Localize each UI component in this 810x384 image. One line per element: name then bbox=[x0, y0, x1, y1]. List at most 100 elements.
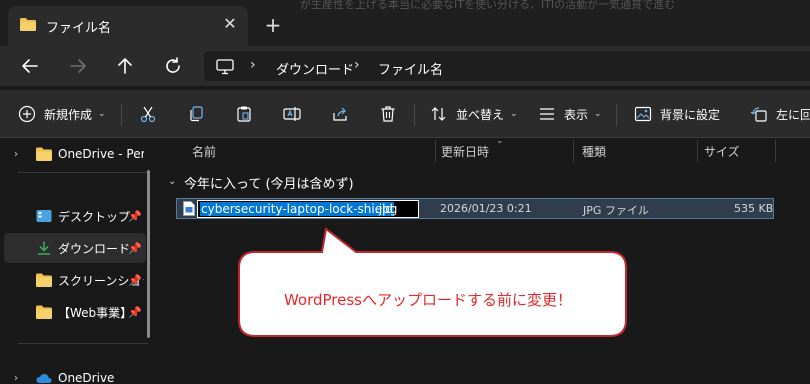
plus-circle-icon bbox=[18, 105, 36, 123]
navigation-pane: › OneDrive - Perso デスクトップ 📌 ダウンロード 📌 スクリ… bbox=[0, 138, 160, 384]
download-icon bbox=[38, 241, 50, 255]
tab-title: ファイル名 bbox=[46, 21, 112, 36]
new-tab-button[interactable]: + bbox=[262, 14, 284, 36]
back-button[interactable] bbox=[18, 54, 42, 78]
file-modified: 2026/01/23 0:21 bbox=[440, 202, 532, 215]
sidebar-item-onedrive-personal[interactable]: › OneDrive - Perso bbox=[4, 139, 146, 169]
rename-button[interactable] bbox=[283, 102, 301, 126]
paste-button[interactable] bbox=[235, 102, 253, 126]
sidebar-item-label: OneDrive bbox=[58, 371, 115, 384]
delete-button[interactable] bbox=[379, 102, 397, 126]
copy-icon bbox=[190, 106, 203, 122]
tab-active[interactable]: ファイル名 ✕ bbox=[8, 6, 248, 46]
column-header-modified[interactable]: 更新日時 bbox=[441, 143, 489, 167]
group-header[interactable]: 今年に入って (今月は含めず) bbox=[184, 173, 354, 192]
sort-button[interactable]: 並べ替え ⌄ bbox=[430, 102, 518, 126]
share-button[interactable] bbox=[331, 102, 349, 126]
rotate-left-icon bbox=[750, 107, 767, 122]
column-separator[interactable] bbox=[573, 140, 574, 162]
navigation-bar: › ダウンロード › ファイル名 bbox=[0, 46, 810, 86]
rename-input[interactable]: cybersecurity-laptop-lock-shield .jpg bbox=[197, 200, 419, 218]
address-bar[interactable]: › ダウンロード › ファイル名 bbox=[203, 50, 810, 82]
folder-icon bbox=[36, 305, 52, 319]
command-bar: 新規作成 ⌄ 並べ替え ⌄ 表示 ⌄ 背景に設定 左に回転 bbox=[0, 90, 810, 138]
close-tab-icon[interactable]: ✕ bbox=[220, 14, 240, 34]
pin-icon: 📌 bbox=[128, 305, 142, 319]
column-separator[interactable] bbox=[775, 140, 776, 162]
pin-icon: 📌 bbox=[128, 209, 142, 223]
arrow-up-icon bbox=[118, 58, 132, 74]
column-header-type[interactable]: 種類 bbox=[582, 143, 606, 167]
rename-selected-text: cybersecurity-laptop-lock-shield bbox=[200, 202, 395, 216]
file-size: 535 KB bbox=[734, 202, 774, 215]
column-separator[interactable] bbox=[435, 140, 436, 162]
file-extension: .jpg bbox=[375, 202, 398, 216]
breadcrumb-current-folder[interactable]: ファイル名 bbox=[378, 59, 443, 78]
chevron-down-icon: ⌄ bbox=[98, 109, 106, 119]
chevron-down-icon[interactable]: ⌄ bbox=[168, 176, 176, 187]
new-button-label: 新規作成 bbox=[44, 107, 93, 122]
refresh-icon bbox=[166, 57, 180, 73]
breadcrumb-downloads[interactable]: ダウンロード bbox=[276, 59, 354, 78]
chevron-down-icon: ⌄ bbox=[594, 109, 602, 119]
divider bbox=[121, 104, 122, 126]
column-header-size[interactable]: サイズ bbox=[704, 143, 740, 167]
rotate-left-label: 左に回転 bbox=[776, 107, 810, 122]
sidebar-item-onedrive[interactable]: › OneDrive bbox=[4, 363, 146, 384]
rotate-left-button[interactable]: 左に回転 bbox=[750, 102, 810, 126]
rename-icon bbox=[283, 107, 301, 121]
trash-icon bbox=[381, 106, 395, 122]
clipboard-icon bbox=[237, 106, 251, 122]
column-separator[interactable] bbox=[697, 140, 698, 162]
forward-button[interactable] bbox=[66, 54, 90, 78]
up-button[interactable] bbox=[113, 54, 137, 78]
chevron-right-icon: › bbox=[354, 57, 360, 73]
sidebar-scrollbar[interactable] bbox=[147, 170, 150, 338]
divider bbox=[414, 104, 415, 126]
title-bar: が生産性を上げる本当に必要なITを使い分ける、ITIの活動が一気通貫で進む ファ… bbox=[0, 0, 810, 50]
sort-button-label: 並べ替え bbox=[456, 107, 505, 122]
divider bbox=[18, 343, 148, 344]
computer-icon bbox=[216, 59, 234, 75]
cloud-icon bbox=[36, 373, 52, 383]
sort-arrow-icon: ⌄ bbox=[496, 136, 504, 146]
folder-icon bbox=[36, 273, 52, 287]
new-button[interactable]: 新規作成 ⌄ bbox=[18, 102, 106, 126]
divider bbox=[18, 172, 148, 173]
sidebar-item-downloads[interactable]: ダウンロード 📌 bbox=[4, 233, 146, 263]
background-window-text: が生産性を上げる本当に必要なITを使い分ける、ITIの活動が一気通貫で進む bbox=[300, 0, 676, 11]
set-background-button[interactable]: 背景に設定 bbox=[634, 102, 720, 126]
folder-icon bbox=[20, 18, 36, 31]
image-icon bbox=[634, 106, 652, 122]
desktop-icon bbox=[36, 210, 52, 222]
arrow-right-icon bbox=[70, 59, 86, 73]
sidebar-item-label: OneDrive - Perso bbox=[58, 147, 144, 161]
cut-button[interactable] bbox=[139, 102, 157, 126]
callout-text: WordPressへアップロードする前に変更！ bbox=[283, 291, 573, 309]
scissors-icon bbox=[140, 106, 156, 123]
view-button[interactable]: 表示 ⌄ bbox=[538, 102, 602, 126]
chevron-down-icon: ⌄ bbox=[510, 109, 518, 119]
chevron-right-icon[interactable]: › bbox=[14, 373, 18, 384]
set-background-label: 背景に設定 bbox=[660, 107, 721, 122]
folder-icon bbox=[36, 147, 52, 161]
arrow-left-icon bbox=[22, 59, 38, 73]
refresh-button[interactable] bbox=[161, 54, 185, 78]
chevron-right-icon: › bbox=[250, 57, 256, 73]
column-header-name[interactable]: 名前 bbox=[192, 143, 216, 167]
sidebar-item-web-business[interactable]: 【Web事業】 📌 bbox=[4, 297, 146, 327]
share-icon bbox=[333, 107, 347, 121]
file-list: 名前 ⌄ 更新日時 種類 サイズ ⌄ 今年に入って (今月は含めず) cyber… bbox=[160, 136, 810, 384]
sidebar-item-screenshots[interactable]: スクリーンショット 📌 bbox=[4, 265, 146, 295]
view-list-icon bbox=[540, 108, 554, 120]
image-file-icon bbox=[183, 201, 195, 216]
pin-icon: 📌 bbox=[128, 273, 142, 287]
divider bbox=[616, 104, 617, 126]
view-button-label: 表示 bbox=[564, 107, 589, 122]
pin-icon: 📌 bbox=[128, 241, 142, 255]
chevron-right-icon[interactable]: › bbox=[14, 149, 18, 160]
file-type: JPG ファイル bbox=[583, 204, 649, 217]
sidebar-item-desktop[interactable]: デスクトップ 📌 bbox=[4, 201, 146, 231]
table-row[interactable]: cybersecurity-laptop-lock-shield .jpg 20… bbox=[176, 198, 774, 219]
copy-button[interactable] bbox=[187, 102, 205, 126]
